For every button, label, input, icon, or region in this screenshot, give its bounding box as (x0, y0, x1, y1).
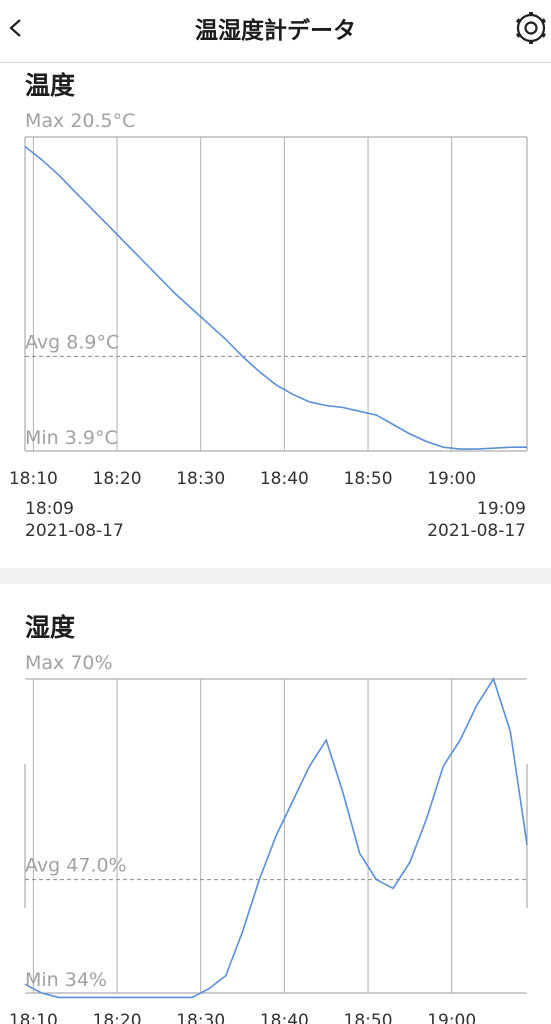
min-label: Min 3.9°C (25, 427, 118, 449)
x-tick-label: 19:00 (427, 1011, 476, 1024)
min-label: Min 34% (25, 969, 107, 991)
x-tick-label: 18:40 (260, 1011, 309, 1024)
page-title: 温湿度計データ (195, 18, 356, 44)
section-divider (0, 568, 551, 584)
temperature-start-stamp: 18:09 2021-08-17 (25, 498, 124, 542)
humidity-title: 湿度 (25, 613, 76, 642)
temperature-chart: 18:10 18:20 18:30 18:40 18:50 19:00 Avg 8.9°C M… (9, 136, 528, 489)
settings-button[interactable] (507, 5, 551, 49)
x-tick-label: 18:20 (93, 469, 142, 489)
x-tick-label: 18:50 (344, 1011, 393, 1024)
x-tick-label: 18:40 (260, 469, 309, 489)
x-tick-label: 18:30 (176, 1011, 225, 1024)
x-tick-label: 18:50 (344, 469, 393, 489)
humidity-chart: 18:10 18:20 18:30 18:40 18:50 19:00 Avg 47.0% M… (9, 677, 528, 1024)
end-time: 19:09 (477, 499, 526, 519)
end-date: 2021-08-17 (427, 521, 526, 541)
temperature-max-label: Max 20.5°C (25, 110, 136, 132)
temperature-end-stamp: 19:09 2021-08-17 (427, 498, 526, 542)
average-label: Avg 8.9°C (25, 331, 119, 353)
average-label: Avg 47.0% (25, 855, 127, 877)
x-tick-label: 18:30 (176, 469, 225, 489)
start-time: 18:09 (25, 499, 74, 519)
x-tick-label: 18:20 (93, 1011, 142, 1024)
gear-icon (516, 12, 546, 44)
x-tick-label: 18:10 (9, 1011, 58, 1024)
humidity-max-label: Max 70% (25, 652, 113, 674)
x-tick-label: 19:00 (427, 469, 476, 489)
app-header: 温湿度計データ (0, 0, 551, 63)
start-date: 2021-08-17 (25, 521, 124, 541)
temperature-title: 温度 (25, 71, 76, 100)
x-tick-label: 18:10 (9, 469, 58, 489)
